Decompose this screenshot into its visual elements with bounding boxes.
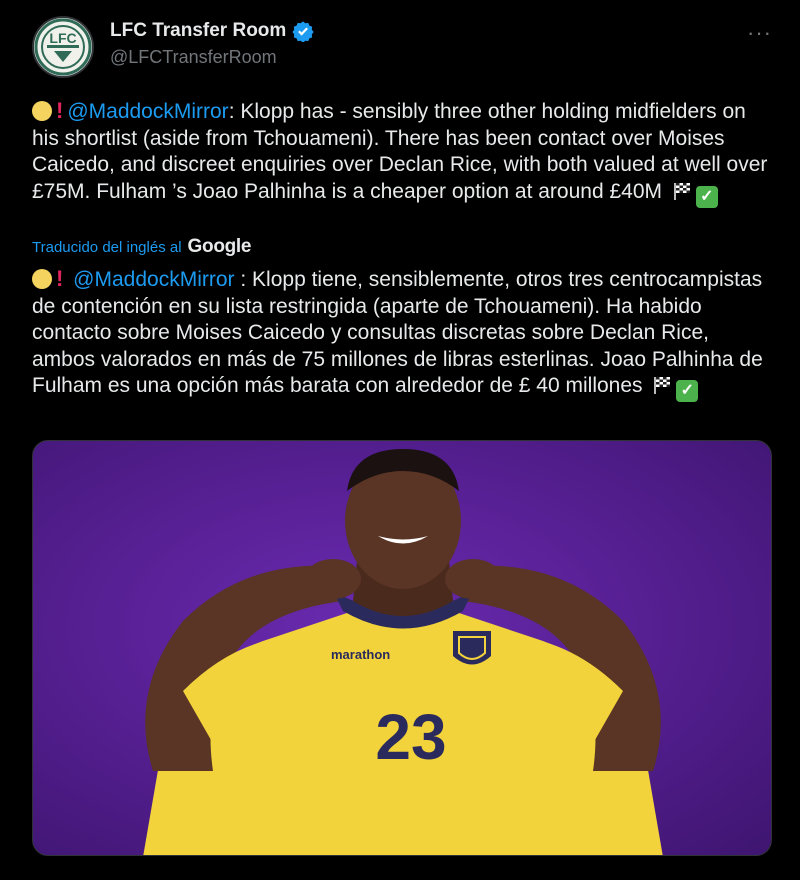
red-exclamation-emoji: ! [56, 266, 64, 291]
yellow-circle-emoji [32, 101, 52, 121]
translated-text: ! @MaddockMirror : Klopp tiene, sensible… [32, 266, 772, 402]
author-names: LFC Transfer Room @LFCTransferRoom [110, 20, 314, 68]
yellow-circle-emoji [32, 269, 52, 289]
jersey-brand: marathon [331, 647, 390, 662]
verified-badge-icon [292, 21, 314, 42]
lfc-logo-icon: LFC [34, 18, 92, 76]
check-mark-emoji: ✓ [676, 380, 699, 402]
google-logo: Google [187, 236, 252, 257]
tweet-photo[interactable]: marathon 23 [32, 440, 772, 856]
red-exclamation-emoji: ! [56, 98, 64, 123]
display-name[interactable]: LFC Transfer Room [110, 20, 314, 42]
tweet-text-line1: : Klopp has - sensibly three other holdi… [228, 100, 610, 123]
jersey-number: 23 [375, 701, 446, 773]
display-name-text: LFC Transfer Room [110, 20, 287, 41]
checkered-flag-emoji [654, 377, 671, 394]
mention-link[interactable]: @MaddockMirror [67, 100, 228, 123]
tweet-text: ! @MaddockMirror: Klopp has - sensibly th… [32, 98, 772, 208]
avatar[interactable]: LFC [32, 16, 94, 78]
translated-label: Traducido del inglés al [32, 238, 182, 256]
more-options-icon[interactable]: ··· [747, 20, 772, 46]
check-mark-emoji: ✓ [695, 185, 718, 208]
translation-attribution[interactable]: Traducido del inglés al Google [32, 236, 251, 258]
handle[interactable]: @LFCTransferRoom [110, 47, 314, 68]
mention-link-translated[interactable]: @MaddockMirror [73, 268, 234, 291]
tweet-header: LFC LFC Transfer Room @LFCTransferRoom ·… [32, 16, 772, 82]
avatar-text: LFC [49, 30, 76, 46]
player-illustration: marathon 23 [143, 449, 663, 855]
checkered-flag-emoji [673, 182, 690, 200]
